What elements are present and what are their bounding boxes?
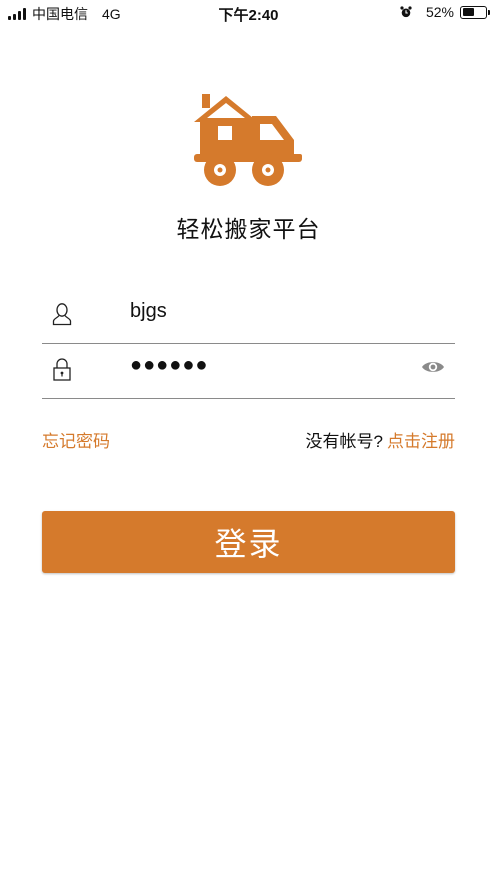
alarm-icon xyxy=(400,6,412,18)
status-bar: 中国电信 4G 下午2:40 52% xyxy=(0,0,497,26)
login-button[interactable]: 登录 xyxy=(42,511,455,573)
username-field[interactable]: bjgs xyxy=(42,288,455,344)
battery-icon xyxy=(460,5,490,19)
status-bar-right: 52% xyxy=(400,4,490,20)
register-link[interactable]: 点击注册 xyxy=(387,432,455,451)
battery-tip xyxy=(488,9,490,15)
no-account-label: 没有帐号? xyxy=(305,432,383,451)
battery-level xyxy=(462,8,474,16)
battery-percent: 52% xyxy=(425,4,454,20)
username-input[interactable]: bjgs xyxy=(130,300,167,323)
eye-icon[interactable] xyxy=(421,359,445,375)
app-title: 轻松搬家平台 xyxy=(176,216,321,242)
register-prompt: 没有帐号? 点击注册 xyxy=(306,427,455,452)
password-field[interactable]: ●●●●●● xyxy=(42,343,455,399)
forgot-password-link[interactable]: 忘记密码 xyxy=(42,427,110,452)
house-truck-icon xyxy=(194,94,302,186)
user-icon xyxy=(52,303,72,326)
lock-icon xyxy=(53,358,71,381)
password-input[interactable]: ●●●●●● xyxy=(130,354,208,377)
